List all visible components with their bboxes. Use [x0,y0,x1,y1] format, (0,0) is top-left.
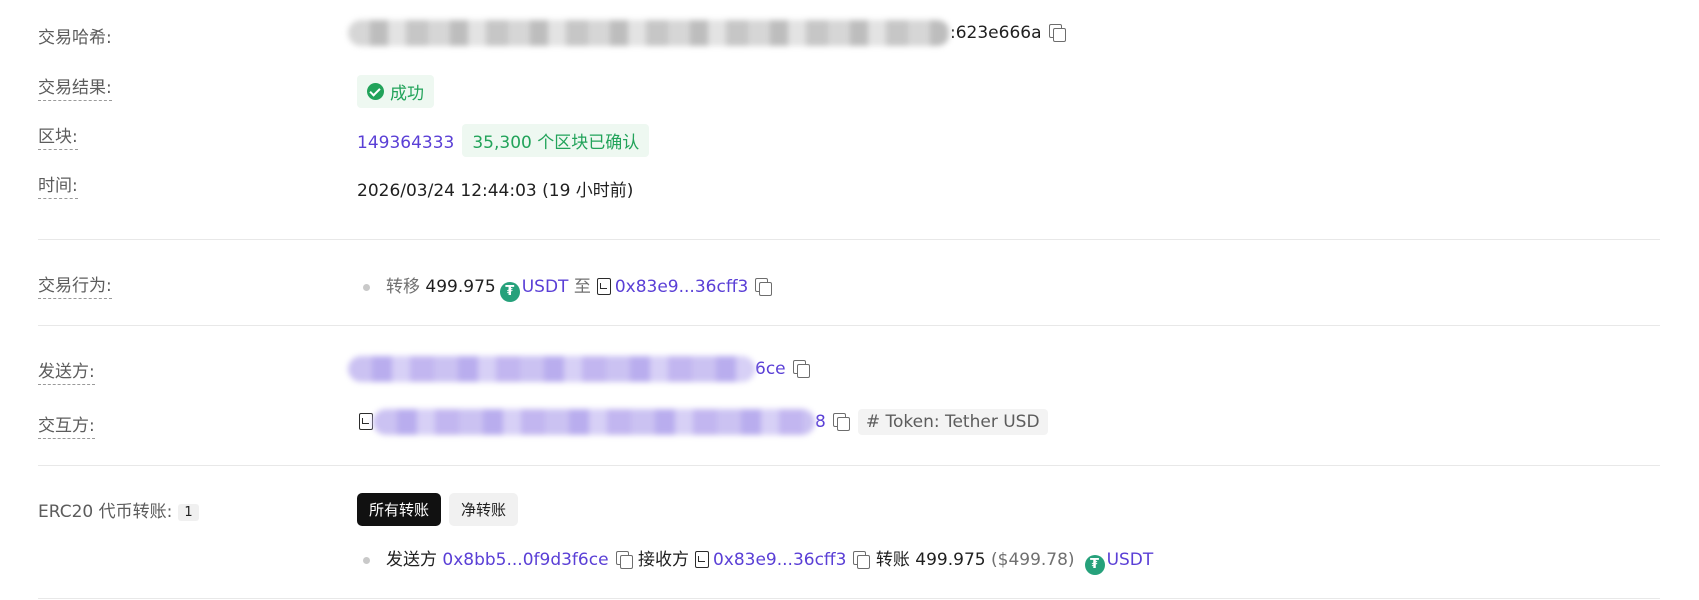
divider [38,598,1660,599]
action-amount: 499.975 [425,277,496,297]
block-number-link[interactable]: 149364333 [357,133,454,153]
transfer-token-link[interactable]: USDT [1107,550,1154,570]
erc20-transfer-row: 发送方 0x8bb5...0f9d3f6ce 接收方 0x83e9...36cff… [363,545,1153,575]
from-value: 6ce [348,356,810,382]
token-tag: # Token: Tether USD [857,409,1048,435]
result-value: 成功 [357,75,434,108]
interact-value: 8 # Token: Tether USD [357,409,1048,435]
interact-address-suffix[interactable]: 8 [815,412,826,432]
transfer-to-link[interactable]: 0x83e9...36cff3 [713,550,847,570]
bullet [363,283,370,291]
confirmations-badge: 35,300 个区块已确认 [462,124,650,157]
tx-hash-label: 交易哈希: [38,28,112,48]
contract-icon [694,551,709,568]
transfer-amount: 499.975 [915,550,986,570]
check-circle-icon [367,83,384,100]
copy-icon[interactable] [832,412,850,431]
divider [38,239,1660,240]
token-link[interactable]: USDT [522,277,569,297]
action-label-text: 交易行为: [38,276,112,299]
block-label-text: 区块: [38,127,78,150]
contract-icon [359,413,373,430]
status-badge: 成功 [357,75,434,108]
time-label-text: 时间: [38,176,78,199]
to-word: 接收方 [637,550,689,570]
copy-icon[interactable] [1048,23,1066,42]
copy-icon[interactable] [852,550,871,569]
copy-icon[interactable] [754,277,773,296]
time-label: 时间: [38,171,78,199]
result-label-text: 交易结果: [38,78,112,101]
interact-label-text: 交互方: [38,416,95,439]
tx-hash-value: :623e666a [348,20,1066,46]
contract-icon [596,278,611,295]
bullet [363,556,370,564]
result-label: 交易结果: [38,73,112,101]
redacted-address [373,409,815,435]
status-text: 成功 [390,84,424,104]
copy-icon[interactable] [792,359,810,378]
copy-icon[interactable] [615,550,633,569]
interact-label: 交互方: [38,411,95,439]
block-label: 区块: [38,122,78,150]
action-value: 转移 499.975 ₮ USDT 至 0x83e9...36cff3 [363,272,773,302]
to-address-link[interactable]: 0x83e9...36cff3 [615,277,749,297]
from-label: 发送方: [38,357,95,385]
amount-word: 转账 [875,550,910,570]
divider [38,325,1660,326]
action-to-word: 至 [573,277,591,297]
tab-all-transfers[interactable]: 所有转账 [357,493,442,526]
time-value: 2026/03/24 12:44:03 (19 小时前) [357,181,634,201]
block-value: 149364333 35,300 个区块已确认 [357,124,650,157]
from-address-suffix[interactable]: 6ce [755,359,786,379]
tab-net-transfers[interactable]: 净转账 [449,493,519,526]
tx-hash-suffix: :623e666a [950,23,1042,43]
transfer-usd: ($499.78) [991,550,1075,570]
redacted-hash [348,20,950,46]
action-verb: 转移 [386,277,420,297]
transfer-from-link[interactable]: 0x8bb5...0f9d3f6ce [442,550,608,570]
divider [38,465,1660,466]
erc20-tabs: 所有转账 净转账 [357,493,519,526]
action-label: 交易行为: [38,271,112,299]
erc20-label: ERC20 代币转账: 1 [38,497,199,522]
from-word: 发送方 [386,550,437,570]
from-label-text: 发送方: [38,362,95,385]
redacted-address [348,356,755,382]
erc20-label-text: ERC20 代币转账: [38,502,173,522]
tether-icon: ₮ [499,282,520,302]
transfer-count-badge: 1 [178,504,199,521]
tether-icon: ₮ [1084,555,1105,575]
